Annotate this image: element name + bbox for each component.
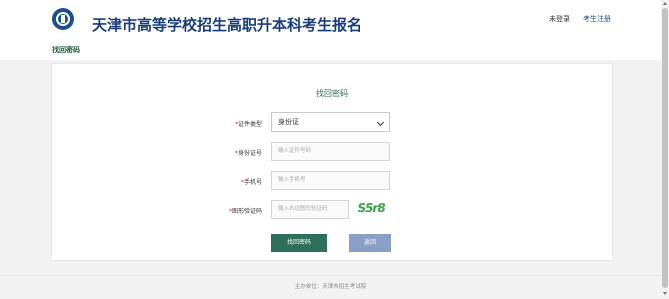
scroll-down-icon[interactable] <box>663 292 667 295</box>
back-button[interactable]: 返回 <box>349 234 391 252</box>
captcha-label: *图形验证码 <box>228 208 262 215</box>
breadcrumb: 找回密码 <box>52 46 80 54</box>
phone-input[interactable]: 输入手机号 <box>271 171 390 190</box>
site-logo-icon <box>52 8 74 30</box>
scroll-up-icon[interactable] <box>663 2 667 5</box>
id-type-label: *证件类型 <box>234 121 262 128</box>
page-footer: 主办单位：天津市招生考试院 <box>0 275 661 299</box>
site-title: 天津市高等学校招生高职升本科考生报名 <box>92 16 363 34</box>
scrollbar-thumb[interactable] <box>662 8 668 288</box>
breadcrumb-bar: 找回密码 <box>0 40 661 60</box>
site-header: 天津市高等学校招生高职升本科考生报名 未登录 考生注册 <box>0 0 661 40</box>
footer-text: 主办单位：天津市招生考试院 <box>294 284 367 290</box>
captcha-image[interactable]: S5r8 <box>356 201 385 221</box>
id-type-value: 身份证 <box>278 118 299 126</box>
captcha-input[interactable]: 输入右边图形验证码 <box>271 200 349 219</box>
form-title: 找回密码 <box>316 89 348 98</box>
vertical-scrollbar[interactable] <box>661 0 669 298</box>
recover-password-card: 找回密码 *证件类型 身份证 *身份证号 输入证件号码 *手机号 输入手机号 *… <box>52 64 612 260</box>
id-number-input[interactable]: 输入证件号码 <box>271 142 390 161</box>
recover-password-button[interactable]: 找回密码 <box>271 234 327 252</box>
id-number-label: *身份证号 <box>234 150 262 157</box>
id-type-select[interactable]: 身份证 <box>271 112 390 132</box>
phone-label: *手机号 <box>240 179 262 186</box>
login-status: 未登录 <box>549 15 570 23</box>
chevron-down-icon <box>376 118 385 127</box>
register-link[interactable]: 考生注册 <box>583 14 611 24</box>
